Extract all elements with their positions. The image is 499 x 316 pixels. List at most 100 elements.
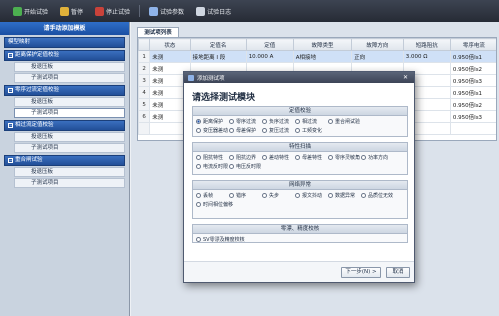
radio-icon[interactable] (229, 155, 234, 160)
template-group[interactable]: − 零序过流定值校验 (4, 85, 125, 96)
module-radio-option[interactable]: 相过流 (295, 117, 328, 126)
tab-test-items[interactable]: 测试项列表 (137, 27, 179, 37)
collapse-icon[interactable]: − (8, 123, 13, 128)
column-header[interactable]: 故障方向 (351, 38, 404, 51)
close-icon[interactable]: ✕ (401, 74, 410, 82)
radio-icon[interactable] (196, 128, 201, 133)
toolbar-button-label: 试验参数 (160, 8, 185, 16)
module-radio-option[interactable]: 母差保护 (229, 126, 262, 135)
section-title: 网络异常 (193, 181, 407, 190)
template-subitem[interactable]: 投退压板 (14, 132, 125, 142)
template-subitem[interactable]: 子测试项目 (14, 143, 125, 153)
radio-label: 负序过流 (269, 119, 290, 125)
radio-icon[interactable] (229, 193, 234, 198)
module-radio-option[interactable]: 零序灵敏角 (328, 153, 361, 162)
column-header[interactable]: 定值名 (189, 38, 247, 51)
module-radio-option[interactable]: 阻抗边界 (229, 153, 262, 162)
radio-icon[interactable] (196, 237, 201, 242)
toolbar-button-0[interactable]: 开始试验 (10, 5, 51, 18)
table-cell: 5 (138, 98, 151, 111)
column-header[interactable]: 故障类型 (292, 38, 353, 51)
module-radio-option[interactable]: 报文抖动 (295, 191, 328, 200)
module-radio-option[interactable]: 错序 (229, 191, 262, 200)
radio-icon[interactable] (196, 164, 201, 169)
radio-icon[interactable] (262, 155, 267, 160)
collapse-icon[interactable]: − (8, 53, 13, 58)
column-header[interactable]: 状态 (149, 38, 191, 51)
template-subitem[interactable]: 子测试项目 (14, 108, 125, 118)
module-radio-option[interactable]: 差动特性 (262, 153, 295, 162)
module-radio-option[interactable]: 数据异常 (328, 191, 361, 200)
template-subitem[interactable]: 投退压板 (14, 62, 125, 72)
template-group-label: 零序过流定值校验 (15, 87, 60, 93)
module-radio-option[interactable]: 品质位无效 (361, 191, 394, 200)
cancel-button[interactable]: 取消 (386, 267, 410, 278)
module-radio-option[interactable]: 丢帧 (196, 191, 229, 200)
radio-icon[interactable] (262, 193, 267, 198)
radio-label: 错序 (236, 193, 247, 199)
module-radio-option[interactable]: 阻抗特性 (196, 153, 229, 162)
module-radio-option[interactable]: SV零漂及精度校核 (196, 235, 256, 244)
module-radio-option[interactable]: 母差特性 (295, 153, 328, 162)
template-subitem[interactable]: 投退压板 (14, 97, 125, 107)
radio-icon[interactable] (196, 202, 201, 207)
radio-icon[interactable] (295, 119, 300, 124)
table-cell: 0.950倍Is3 (449, 110, 496, 123)
radio-icon[interactable] (295, 193, 300, 198)
template-group[interactable]: − 距离保护定值校验 (4, 50, 125, 61)
template-subitem[interactable]: 投退压板 (14, 167, 125, 177)
table-cell: 2 (138, 62, 151, 75)
template-subitem[interactable]: 子测试项目 (14, 73, 125, 83)
collapse-icon[interactable]: − (8, 158, 13, 163)
module-radio-option[interactable]: 功率方向 (361, 153, 394, 162)
radio-icon[interactable] (361, 155, 366, 160)
module-radio-option[interactable]: 变压器差动 (196, 126, 229, 135)
radio-icon[interactable] (196, 193, 201, 198)
radio-label: 功率方向 (368, 155, 389, 161)
module-radio-option[interactable]: 电流反时限 (196, 162, 229, 171)
table-cell: 10.000 A (245, 50, 294, 63)
module-radio-option[interactable]: 电压反时限 (229, 162, 262, 171)
column-header[interactable] (138, 38, 151, 51)
module-radio-option[interactable]: 工频变化 (295, 126, 328, 135)
next-button[interactable]: 下一步(N) > (341, 267, 381, 278)
module-radio-option[interactable]: 重合闸试验 (328, 117, 388, 126)
toolbar-button-3[interactable]: 试验参数 (146, 5, 187, 18)
collapse-icon[interactable]: − (8, 88, 13, 93)
column-header[interactable]: 定值 (245, 38, 294, 51)
table-cell (138, 122, 151, 135)
template-subitem[interactable]: 子测试项目 (14, 178, 125, 188)
radio-icon[interactable] (328, 193, 333, 198)
template-group[interactable]: 模型映射 (4, 37, 125, 48)
radio-icon[interactable] (262, 128, 267, 133)
radio-icon[interactable] (361, 193, 366, 198)
module-radio-option[interactable]: 零序过流 (229, 117, 262, 126)
table-row[interactable]: 1 未测 接地距离 I 段 10.000 A A相接地 正向 3.000 Ω 0.950倍Is… (138, 50, 496, 63)
module-radio-option[interactable]: 距离保护 (196, 117, 229, 126)
module-radio-option[interactable]: 负序过流 (262, 117, 295, 126)
radio-icon[interactable] (328, 155, 333, 160)
radio-icon[interactable] (229, 119, 234, 124)
dialog-titlebar[interactable]: 添加测试项 ✕ (184, 72, 414, 83)
module-radio-option[interactable]: 复压过流 (262, 126, 295, 135)
radio-icon[interactable] (196, 119, 201, 124)
column-header[interactable]: 短路阻抗 (402, 38, 451, 51)
module-radio-option[interactable]: 时间相位偏移 (196, 200, 256, 209)
radio-label: 电流反时限 (203, 164, 229, 170)
radio-icon[interactable] (295, 128, 300, 133)
module-radio-option[interactable]: 失步 (262, 191, 295, 200)
template-group[interactable]: − 相过流定值校验 (4, 120, 125, 131)
radio-icon[interactable] (196, 155, 201, 160)
toolbar-button-2[interactable]: 停止试验 (92, 5, 133, 18)
template-group[interactable]: − 重合闸试验 (4, 155, 125, 166)
radio-icon[interactable] (295, 155, 300, 160)
radio-icon[interactable] (229, 128, 234, 133)
toolbar-button-1[interactable]: 暂停 (57, 5, 86, 18)
column-header[interactable]: 零序电流 (449, 38, 496, 51)
radio-icon[interactable] (328, 119, 333, 124)
radio-icon[interactable] (229, 164, 234, 169)
toolbar-button-4[interactable]: 试验日志 (193, 5, 234, 18)
radio-icon[interactable] (262, 119, 267, 124)
option-list: SV零漂及精度校核 (193, 234, 407, 245)
radio-label: 母差特性 (302, 155, 323, 161)
